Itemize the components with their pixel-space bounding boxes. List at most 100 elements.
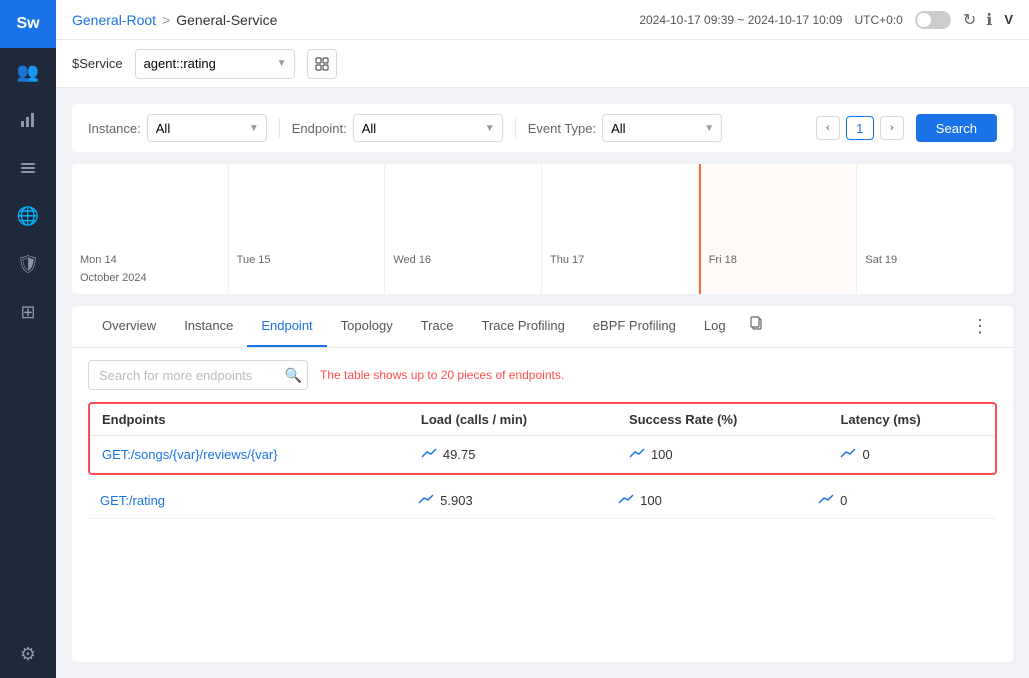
filter-sep-1 <box>279 118 280 138</box>
instance-select[interactable]: All <box>147 114 267 142</box>
refresh-icon[interactable]: ↻ <box>963 10 976 30</box>
service-label: $Service <box>72 56 123 71</box>
chart-label-wed: Wed 16 <box>393 254 431 266</box>
latency-value: 0 <box>862 447 869 462</box>
endpoint-label: Endpoint: <box>292 121 347 136</box>
timezone: UTC+0:0 <box>854 13 902 27</box>
breadcrumb-service: General-Service <box>176 12 277 28</box>
chart-sublabel: October 2024 <box>80 272 147 284</box>
breadcrumb: General-Root > General-Service <box>72 12 277 28</box>
endpoint-search-input[interactable] <box>88 360 308 390</box>
col-success-rate: Success Rate (%) <box>617 404 829 436</box>
chart-label-thu: Thu 17 <box>550 254 584 266</box>
chart-col-fri: Fri 18 <box>699 164 858 294</box>
sidebar-item-dashboard[interactable]: ⊞ <box>0 288 56 336</box>
success-trend: 100 <box>629 446 817 462</box>
col-endpoints: Endpoints <box>90 404 409 436</box>
tab-endpoint[interactable]: Endpoint <box>247 306 326 347</box>
tab-toolbar: 🔍 The table shows up to 20 pieces of end… <box>88 360 997 390</box>
table-row: GET:/rating 5. <box>88 483 997 519</box>
sidebar-item-globe[interactable]: 🌐 <box>0 192 56 240</box>
success-rate-value: 100 <box>651 447 673 462</box>
trend-up-icon-5 <box>618 493 634 508</box>
tab-trace[interactable]: Trace <box>407 306 468 347</box>
chart-col-sat: Sat 19 <box>857 164 1013 294</box>
breadcrumb-separator: > <box>162 12 170 28</box>
trend-up-icon-3 <box>840 446 856 462</box>
content-area: Instance: All ▼ Endpoint: All ▼ <box>56 88 1029 678</box>
endpoint-table-highlighted: Endpoints Load (calls / min) Success Rat… <box>90 404 995 473</box>
latency-cell-2: 0 <box>806 483 997 519</box>
event-type-select-wrapper: All ▼ <box>602 114 722 142</box>
tab-ebpf-profiling[interactable]: eBPF Profiling <box>579 306 690 347</box>
endpoint-cell: GET:/songs/{var}/reviews/{var} <box>90 436 409 473</box>
endpoint-link-2[interactable]: GET:/rating <box>100 493 165 508</box>
toggle-knob <box>917 13 931 27</box>
sidebar-item-users[interactable]: 👥 <box>0 48 56 96</box>
search-icon[interactable]: 🔍 <box>285 367 302 384</box>
endpoint-select[interactable]: All <box>353 114 503 142</box>
page-number: 1 <box>846 116 874 140</box>
load-value-2: 5.903 <box>440 493 473 508</box>
tab-instance[interactable]: Instance <box>170 306 247 347</box>
instance-select-wrapper: All ▼ <box>147 114 267 142</box>
tab-log[interactable]: Log <box>690 306 740 347</box>
load-trend-2: 5.903 <box>418 493 594 508</box>
filter-sep-2 <box>515 118 516 138</box>
next-page-button[interactable]: › <box>880 116 904 140</box>
load-cell-2: 5.903 <box>406 483 606 519</box>
normal-rows-table: GET:/rating 5. <box>88 483 997 519</box>
chart-label-sat: Sat 19 <box>865 254 897 266</box>
hint-text: The table shows up to 20 pieces of endpo… <box>320 368 564 382</box>
col-latency: Latency (ms) <box>828 404 995 436</box>
chart-col-tue: Tue 15 <box>229 164 386 294</box>
event-type-filter: Event Type: All ▼ <box>528 114 722 142</box>
search-button[interactable]: Search <box>916 114 997 142</box>
header-icons: ↻ ℹ <box>963 10 992 30</box>
grid-view-button[interactable] <box>307 49 337 79</box>
trend-up-icon-6 <box>818 493 834 508</box>
header: General-Root > General-Service 2024-10-1… <box>56 0 1029 40</box>
sidebar-item-shield[interactable]: 🛡 <box>0 240 56 288</box>
trend-up-icon <box>421 446 437 462</box>
highlighted-row-table: Endpoints Load (calls / min) Success Rat… <box>88 402 997 475</box>
endpoint-filter: Endpoint: All ▼ <box>292 114 503 142</box>
service-select[interactable]: agent::rating <box>135 49 295 79</box>
chart-col-wed: Wed 16 <box>385 164 542 294</box>
endpoint-table-normal: GET:/rating 5. <box>88 483 997 519</box>
event-type-select[interactable]: All <box>602 114 722 142</box>
more-options-icon[interactable]: ⋮ <box>967 308 993 345</box>
tab-overview[interactable]: Overview <box>88 306 170 347</box>
endpoint-link[interactable]: GET:/songs/{var}/reviews/{var} <box>102 447 278 462</box>
tab-content: 🔍 The table shows up to 20 pieces of end… <box>72 348 1013 531</box>
endpoint-search-wrapper: 🔍 <box>88 360 308 390</box>
prev-page-button[interactable]: ‹ <box>816 116 840 140</box>
chart-col-mon: Mon 14 October 2024 <box>72 164 229 294</box>
tabs-panel: Overview Instance Endpoint Topology Trac… <box>72 306 1013 662</box>
sidebar-item-settings[interactable]: ⚙ <box>0 630 56 678</box>
event-type-label: Event Type: <box>528 121 596 136</box>
tab-topology[interactable]: Topology <box>327 306 407 347</box>
table-header-row: Endpoints Load (calls / min) Success Rat… <box>90 404 995 436</box>
tab-trace-profiling[interactable]: Trace Profiling <box>467 306 578 347</box>
sidebar-item-chart[interactable] <box>0 96 56 144</box>
table-row: GET:/songs/{var}/reviews/{var} <box>90 436 995 473</box>
sidebar: Sw 👥 🌐 🛡 ⊞ ⚙ <box>0 0 56 678</box>
instance-filter: Instance: All ▼ <box>88 114 267 142</box>
chart-label-mon: Mon 14 <box>80 254 117 266</box>
endpoint-select-wrapper: All ▼ <box>353 114 503 142</box>
col-load: Load (calls / min) <box>409 404 617 436</box>
breadcrumb-root[interactable]: General-Root <box>72 12 156 28</box>
chart-label-fri: Fri 18 <box>709 254 737 266</box>
sidebar-logo: Sw <box>0 0 56 48</box>
load-value: 49.75 <box>443 447 476 462</box>
toggle-track[interactable] <box>915 11 951 29</box>
copy-icon-button[interactable] <box>740 308 772 345</box>
info-icon[interactable]: ℹ <box>986 10 992 30</box>
datetime-range: 2024-10-17 09:39 ~ 2024-10-17 10:09 <box>639 13 842 27</box>
endpoint-cell-2: GET:/rating <box>88 483 406 519</box>
toggle-switch[interactable] <box>915 11 951 29</box>
sidebar-item-layers[interactable] <box>0 144 56 192</box>
chart-col-thu: Thu 17 <box>542 164 699 294</box>
latency-value-2: 0 <box>840 493 847 508</box>
